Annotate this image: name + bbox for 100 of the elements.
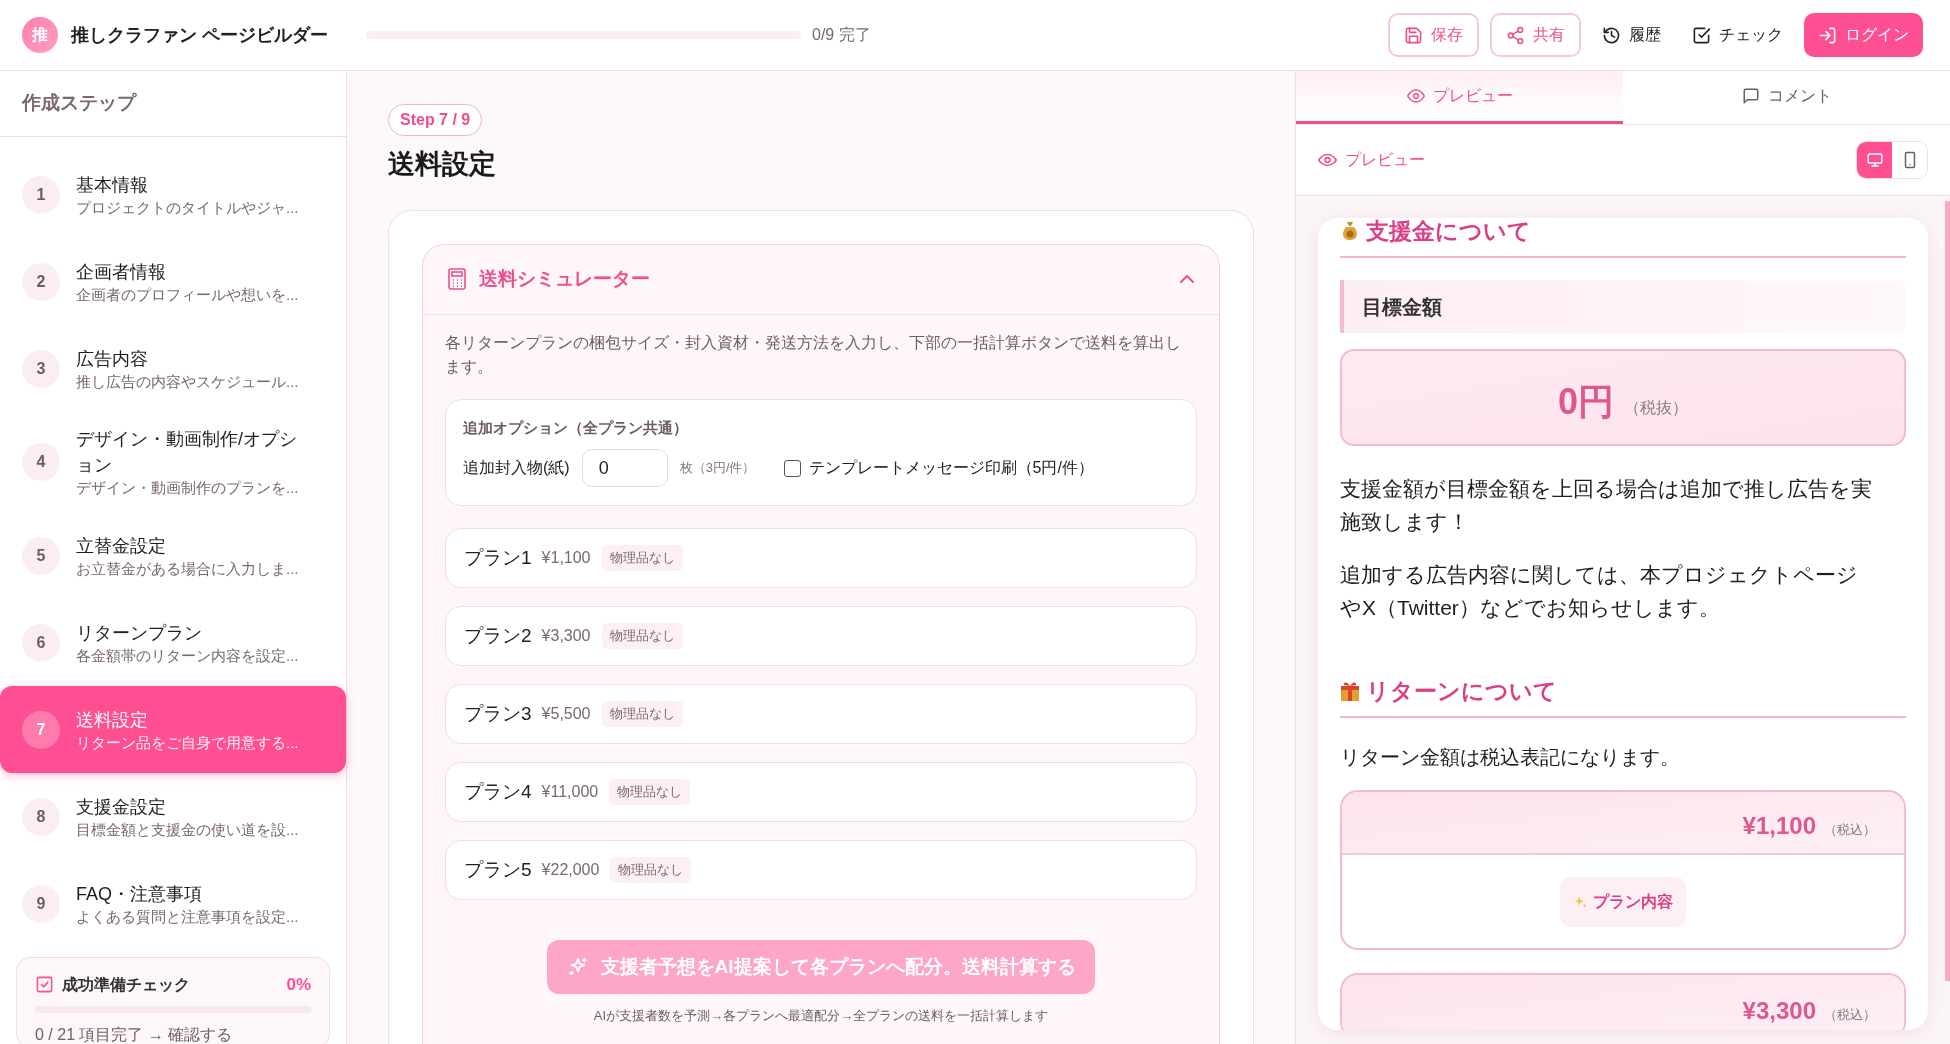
step-number: 1 — [22, 175, 60, 214]
step-title: 広告内容 — [76, 347, 149, 371]
step-title: 立替金設定 — [76, 534, 167, 558]
step-title: 支援金設定 — [76, 795, 167, 819]
section-heading: 支援金について — [1366, 218, 1531, 246]
plan-price: ¥5,500 — [541, 704, 591, 724]
desktop-view-button[interactable] — [1857, 142, 1892, 178]
save-button[interactable]: 保存 — [1388, 13, 1479, 57]
plan-row[interactable]: プラン4 ¥11,000 物理品なし — [445, 762, 1197, 822]
unit-label: 枚（3円/件） — [679, 459, 756, 478]
history-button[interactable]: 履歴 — [1592, 13, 1671, 57]
step-title: FAQ・注意事項 — [76, 882, 203, 906]
step-description: プロジェクトのタイトルやジャ... — [76, 197, 299, 218]
step-title: デザイン・動画制作/オプション — [76, 428, 298, 477]
gift-icon — [1340, 680, 1360, 702]
plan-tag: 物理品なし — [601, 623, 683, 649]
eye-icon — [1406, 87, 1425, 105]
plan-row[interactable]: プラン3 ¥5,500 物理品なし — [445, 684, 1197, 744]
step-item[interactable]: 3 広告内容 推し広告の内容やスケジュール... — [0, 325, 346, 412]
plan-tag: 物理品なし — [609, 779, 691, 805]
plan-tag: 物理品なし — [610, 857, 692, 883]
step-item[interactable]: 2 企画者情報 企画者のプロフィールや想いを... — [0, 238, 346, 325]
step-item[interactable]: 8 支援金設定 目標金額と支援金の使い道を設... — [0, 773, 346, 860]
quantity-input[interactable]: 0 — [581, 449, 668, 487]
step-title: リターンプラン — [76, 621, 203, 645]
options-title: 追加オプション（全プラン共通） — [463, 417, 689, 438]
plan-name: プラン3 — [464, 701, 532, 726]
step-number: 7 — [22, 710, 60, 749]
checkbox-icon — [1692, 25, 1711, 45]
returns-note: リターン金額は税込表記になります。 — [1340, 745, 1681, 770]
monitor-icon — [1865, 151, 1884, 169]
money-bag-icon — [1340, 220, 1360, 242]
plan-price: ¥11,000 — [541, 782, 599, 802]
login-icon — [1818, 25, 1837, 45]
step-title: 企画者情報 — [76, 260, 167, 284]
panel-tab[interactable]: コメント — [1623, 71, 1950, 124]
step-description: 推し広告の内容やスケジュール... — [76, 371, 299, 392]
section-heading: リターンについて — [1366, 677, 1557, 706]
plan-name: プラン5 — [464, 857, 532, 882]
checkbox-icon — [35, 975, 54, 995]
step-description: よくある質問と注意事項を設定... — [76, 906, 299, 927]
step-number: 8 — [22, 797, 60, 836]
preview-label: プレビュー — [1345, 150, 1425, 170]
step-description: 目標金額と支援金の使い道を設... — [76, 819, 299, 840]
step-description: お立替金がある場合に入力しま... — [76, 558, 299, 579]
history-icon — [1602, 25, 1621, 45]
step-description: 企画者のプロフィールや想いを... — [76, 284, 299, 305]
plan-row[interactable]: プラン5 ¥22,000 物理品なし — [445, 840, 1197, 900]
plan-name: プラン1 — [464, 545, 532, 570]
simulator-description: 各リターンプランの梱包サイズ・封入資材・発送方法を入力し、下部の一括計算ボタンで送料を算出します。 — [445, 332, 1182, 377]
step-number: 2 — [22, 262, 60, 301]
step-description: リターン品をご自身で用意する... — [76, 732, 299, 753]
tax-note: （税込） — [1824, 820, 1876, 839]
step-item[interactable]: 9 FAQ・注意事項 よくある質問と注意事項を設定... — [0, 860, 346, 947]
check-button[interactable]: チェック — [1682, 13, 1793, 57]
app-title: 推しクラファン ページビルダー — [71, 23, 328, 47]
plan-price: ¥1,100 — [1742, 811, 1816, 841]
plan-name: プラン4 — [464, 779, 532, 804]
plan-tag: 物理品なし — [601, 545, 683, 571]
step-item[interactable]: 5 立替金設定 お立替金がある場合に入力しま... — [0, 512, 346, 599]
simulator-title: 送料シミュレーター — [479, 266, 650, 291]
step-title: 送料設定 — [76, 708, 149, 732]
step-item[interactable]: 4 デザイン・動画制作/オプション デザイン・動画制作のプランを... — [0, 412, 346, 512]
template-checkbox[interactable]: テンプレートメッセージ印刷（5円/件） — [783, 456, 1094, 480]
comment-icon — [1741, 87, 1760, 105]
plan-tag: 物理品なし — [601, 701, 683, 727]
insert-label: 追加封入物(紙) — [463, 458, 570, 478]
tax-note: （税込） — [1824, 1005, 1876, 1024]
plan-content-label: プラン内容 — [1560, 876, 1686, 927]
plan-row[interactable]: プラン2 ¥3,300 物理品なし — [445, 606, 1197, 666]
calculator-icon — [447, 268, 467, 290]
scrollbar[interactable] — [1945, 201, 1950, 981]
checklist-status: 0 / 21 項目完了 → 確認する — [35, 1024, 234, 1044]
page-title: 送料設定 — [388, 148, 497, 181]
sidebar-title: 作成ステップ — [22, 91, 136, 116]
step-item[interactable]: 1 基本情報 プロジェクトのタイトルやジャ... — [0, 151, 346, 238]
plan-price: ¥1,100 — [541, 548, 591, 568]
step-item[interactable]: 6 リターンプラン 各金額帯のリターン内容を設定... — [0, 599, 346, 686]
tax-note: （税抜） — [1624, 398, 1688, 418]
checklist-card[interactable]: 成功準備チェック 0% 0 / 21 項目完了 → 確認する — [16, 957, 330, 1044]
eye-icon — [1318, 153, 1337, 167]
step-title: 基本情報 — [76, 173, 149, 197]
step-description: デザイン・動画制作のプランを... — [76, 478, 300, 498]
plan-price: ¥3,300 — [1742, 996, 1816, 1026]
progress-label: 0/9 完了 — [812, 25, 871, 45]
save-icon — [1404, 25, 1423, 45]
plan-price: ¥3,300 — [541, 626, 591, 646]
share-icon — [1506, 25, 1525, 45]
plan-row[interactable]: プラン1 ¥1,100 物理品なし — [445, 528, 1197, 588]
step-number: 6 — [22, 623, 60, 662]
plan-name: プラン2 — [464, 623, 532, 648]
chevron-icon[interactable] — [1179, 274, 1195, 284]
checklist-percent: 0% — [286, 974, 311, 996]
plan-price: ¥22,000 — [541, 860, 600, 880]
checklist-title: 成功準備チェック — [62, 974, 190, 995]
step-number: 4 — [22, 443, 60, 481]
paragraph: 支援金額が目標金額を上回る場合は追加で推し広告を実施致します！ — [1340, 476, 1873, 535]
step-description: 各金額帯のリターン内容を設定... — [76, 645, 299, 666]
ai-note: AIが支援者数を予測→各プランへ最適配分→全プランの送料を一括計算します — [593, 1007, 1049, 1025]
step-number: 3 — [22, 349, 60, 388]
